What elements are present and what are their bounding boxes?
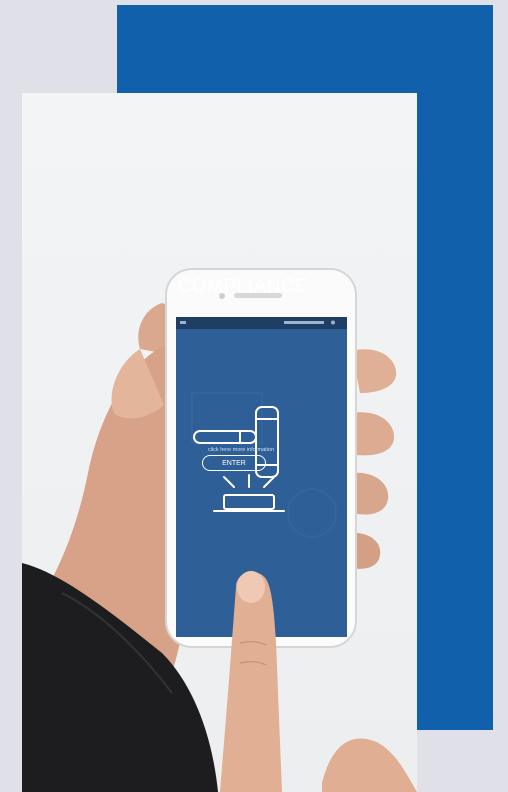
enter-button[interactable]: ENTER: [202, 455, 266, 471]
hand-holding-phone-illustration: [22, 268, 417, 792]
compliance-phone-photo: [22, 93, 417, 792]
more-information-hint: click here more information: [207, 447, 275, 453]
right-thumb: [322, 738, 417, 792]
compliance-title: COMPLIANCE: [177, 276, 309, 297]
